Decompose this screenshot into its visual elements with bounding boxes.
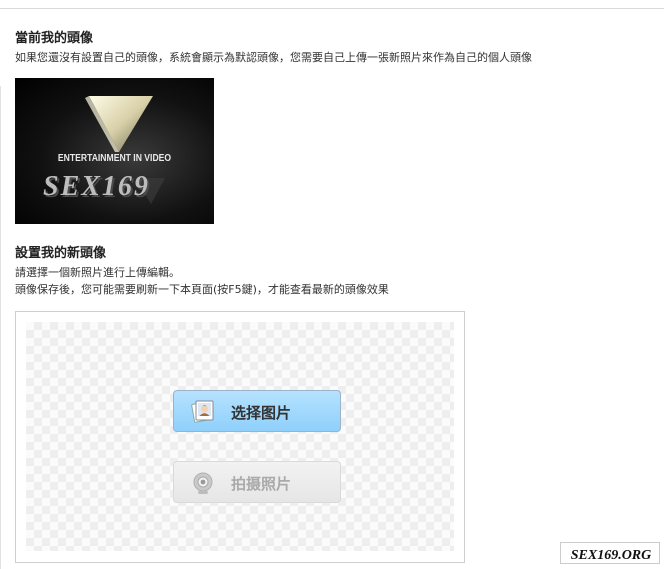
brand-text: SEX169 xyxy=(43,171,150,202)
select-image-label: 选择图片 xyxy=(231,404,292,422)
new-avatar-instruction: 請選擇一個新照片進行上傳編輯。 xyxy=(15,266,180,279)
avatar-upload-panel: 选择图片 拍摄照片 xyxy=(15,311,465,563)
watermark-text: SEX169.ORG xyxy=(571,548,652,563)
site-watermark: SEX169.ORG xyxy=(560,542,660,564)
webcam-icon xyxy=(191,472,215,496)
current-avatar-description: 如果您還沒有設置自己的頭像，系統會顯示為默認頭像，您需要自己上傳一張新照片來作為… xyxy=(15,51,532,64)
new-avatar-title: 設置我的新頭像 xyxy=(15,246,107,261)
new-avatar-note: 頭像保存後，您可能需要刷新一下本頁面(按F5鍵)，才能查看最新的頭像效果 xyxy=(15,283,389,296)
entertainment-text: ENTERTAINMENT IN VIDEO xyxy=(57,152,172,164)
take-photo-button[interactable]: 拍摄照片 xyxy=(173,461,341,503)
current-avatar-title: 當前我的頭像 xyxy=(15,31,94,46)
transparent-canvas: 选择图片 拍摄照片 xyxy=(26,322,454,551)
left-border xyxy=(0,86,1,569)
photo-album-icon xyxy=(190,398,216,424)
take-photo-label: 拍摄照片 xyxy=(231,475,292,493)
current-avatar-image: ENTERTAINMENT IN VIDEO SEX169 xyxy=(15,78,214,224)
top-divider xyxy=(0,8,664,9)
select-image-button[interactable]: 选择图片 xyxy=(173,390,341,432)
